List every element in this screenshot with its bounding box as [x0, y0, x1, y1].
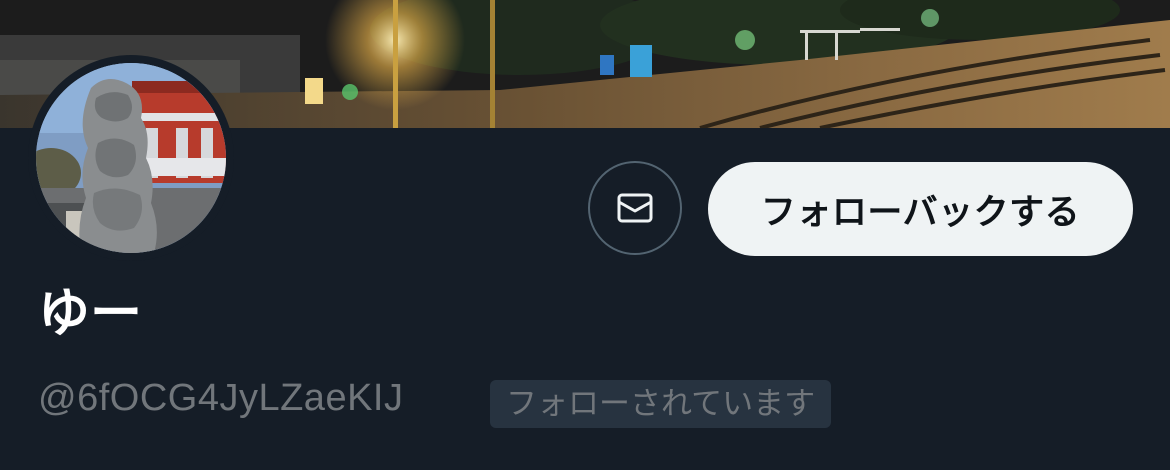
profile-page: フォローバックする ゆー @6fOCG4JyLZaeKIJ フォローされています: [0, 0, 1170, 470]
follow-back-label: フォローバックする: [760, 192, 1081, 233]
avatar[interactable]: [36, 63, 226, 253]
display-name: ゆー: [38, 284, 143, 344]
envelope-icon: [617, 193, 653, 223]
user-handle: @6fOCG4JyLZaeKIJ: [38, 377, 404, 419]
follow-back-button[interactable]: フォローバックする: [708, 162, 1133, 256]
follows-you-badge: フォローされています: [490, 380, 832, 428]
message-button[interactable]: [588, 161, 682, 255]
profile-avatar-frame: [28, 55, 234, 261]
